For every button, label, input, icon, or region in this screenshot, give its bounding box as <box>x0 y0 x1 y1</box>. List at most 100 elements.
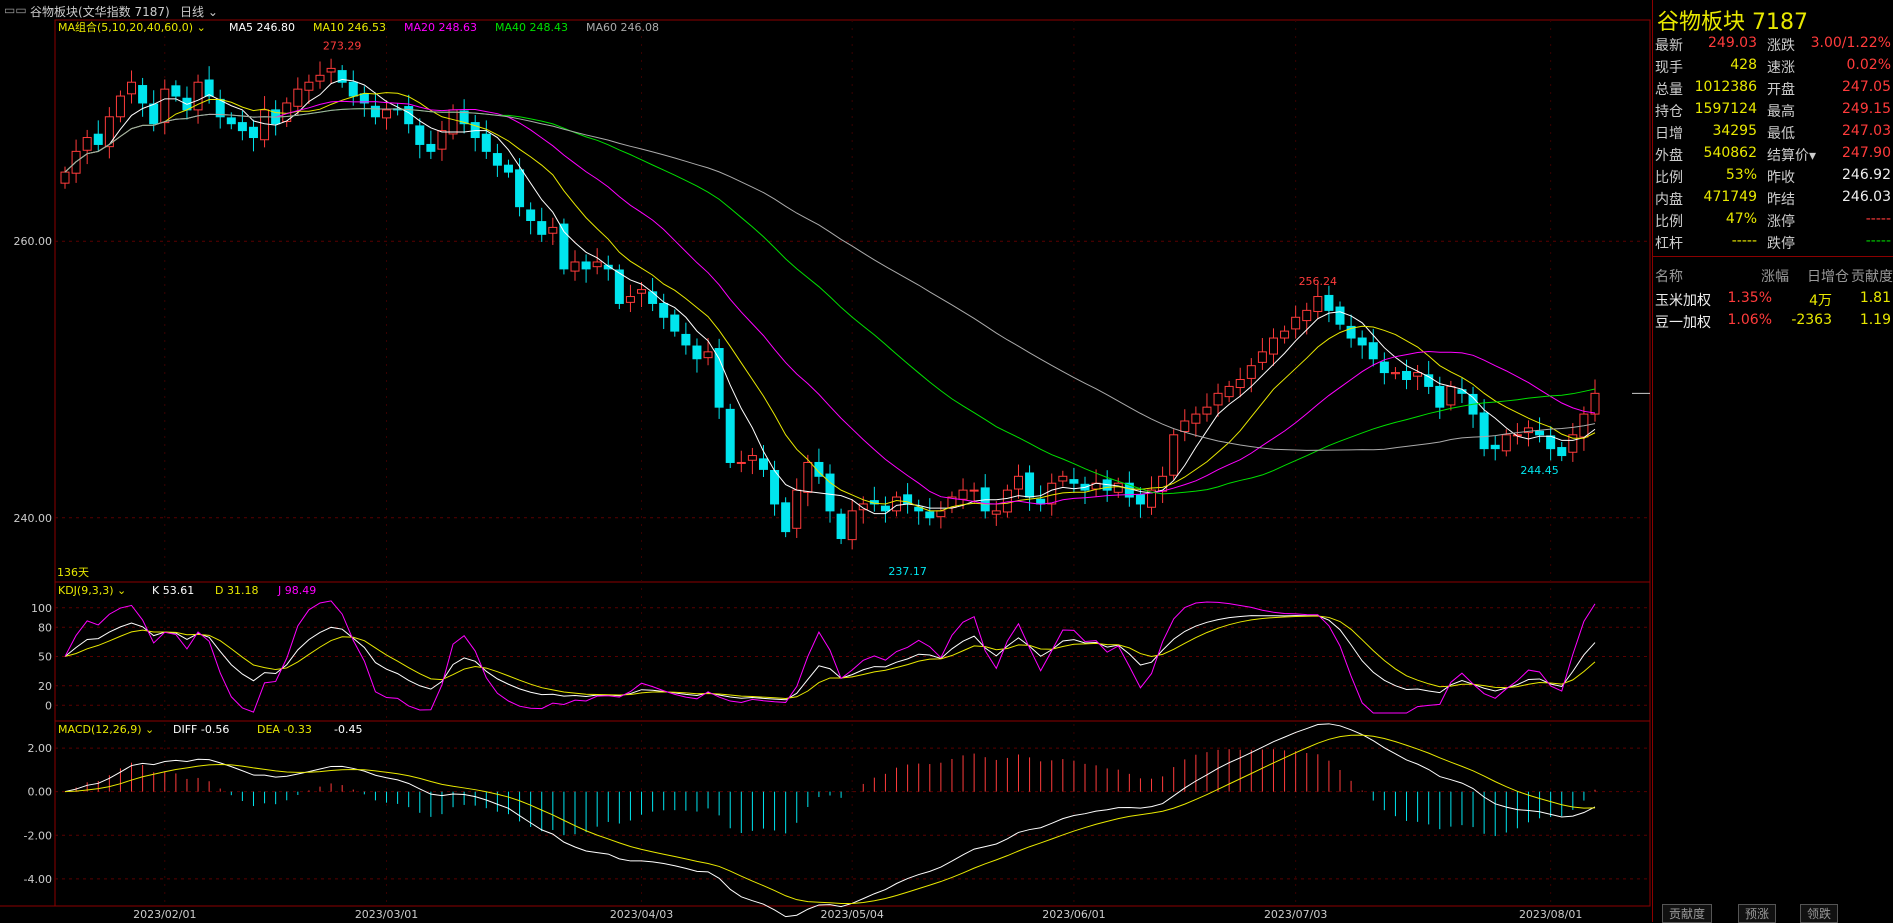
quote-label: 最高 <box>1767 104 1795 120</box>
quote-value: 247.05 <box>1842 79 1891 95</box>
candle-body <box>160 88 170 124</box>
tab-leading-down[interactable]: 领跌 <box>1800 904 1839 923</box>
candle-body <box>1036 498 1046 505</box>
candle-body <box>1535 430 1545 436</box>
quote-label: 日增 <box>1655 126 1683 142</box>
candle-body <box>437 130 447 150</box>
chart-area[interactable]: 260.00 240.00 100 80 50 20 0 2.00 0.00 -2.00 -4.00… <box>0 0 1652 922</box>
quote-value: 53% <box>1725 167 1757 183</box>
candle-body <box>526 209 536 221</box>
macd-tick-label: 0.00 <box>28 786 53 799</box>
candle-body <box>1169 434 1179 476</box>
quote-panel: 谷物板块 7187 最新 249.03 涨跌 3.00/1.22% 现手 428 速涨 0.0… <box>1652 0 1893 922</box>
candle-body <box>1013 475 1023 490</box>
candle-body <box>115 95 125 118</box>
candle-body <box>1202 406 1212 415</box>
tab-leading-up[interactable]: 预涨 <box>1738 904 1777 923</box>
quote-value: 1597124 <box>1694 101 1757 117</box>
candle-body <box>858 503 868 511</box>
contrib-row[interactable]: 豆一加权 1.06% -2363 1.19 <box>1653 310 1893 332</box>
quote-label: 涨停 <box>1767 214 1795 230</box>
candle-body <box>326 67 336 73</box>
price-annotation: 273.29 <box>323 39 362 52</box>
contrib-row[interactable]: 玉米加权 1.35% 4万 1.81 <box>1653 288 1893 310</box>
candle-body <box>548 226 558 234</box>
candle-body <box>770 469 780 505</box>
quote-value: 471749 <box>1703 189 1757 205</box>
candle-body <box>348 81 358 97</box>
candle-body <box>1191 413 1201 424</box>
candle-body <box>503 164 513 173</box>
candle-body <box>481 133 491 152</box>
time-tick-label: 2023/04/03 <box>610 908 673 921</box>
time-tick-label: 2023/03/01 <box>355 908 418 921</box>
ma-line-ma10 <box>64 92 1596 512</box>
kdj-legend-group: KDJ(9,3,3) ⌄ <box>58 584 126 597</box>
candle-body <box>1280 330 1290 339</box>
candle-body <box>315 74 325 82</box>
kdj-tick-label: 80 <box>38 621 52 634</box>
quote-value: 246.03 <box>1842 189 1891 205</box>
ma-legend-item: MA60 246.08 <box>586 21 659 34</box>
header-contrib: 贡献度 <box>1851 269 1893 285</box>
quote-value: 249.15 <box>1842 101 1891 117</box>
quote-label: 内盘 <box>1655 192 1683 208</box>
candle-body <box>1379 361 1389 374</box>
price-tick-label: 260.00 <box>14 235 53 248</box>
candle-body <box>969 489 979 492</box>
candle-body <box>237 122 247 132</box>
candle-body <box>792 489 802 529</box>
candle-body <box>415 125 425 145</box>
candle-body <box>1135 494 1145 505</box>
quote-row: 外盘 540862 结算价▾ 247.90 <box>1653 143 1893 165</box>
quote-label: 速涨 <box>1767 60 1795 76</box>
quote-label: 比例 <box>1655 170 1683 186</box>
tab-contribution[interactable]: 贡献度 <box>1662 904 1713 923</box>
quote-value: 247.03 <box>1842 123 1891 139</box>
kdj-tick-label: 20 <box>38 680 52 693</box>
candle-body <box>448 109 458 135</box>
quote-label: 开盘 <box>1767 82 1795 98</box>
candle-body <box>127 81 137 95</box>
candle-body <box>692 345 702 360</box>
quote-grid: 最新 249.03 涨跌 3.00/1.22% 现手 428 速涨 0.02% 总量 101238… <box>1653 33 1893 253</box>
quote-label: 外盘 <box>1655 148 1683 164</box>
macd-tick-label: 2.00 <box>28 742 53 755</box>
candle-body <box>1268 337 1278 355</box>
quote-label: 跌停 <box>1767 236 1795 252</box>
contrib-oi: 4万 <box>1809 293 1832 309</box>
macd-tick-label: -4.00 <box>24 873 52 886</box>
macd-legend-group: MACD(12,26,9) ⌄ <box>58 723 154 736</box>
price-tick-label: 240.00 <box>14 512 53 525</box>
contrib-name: 豆一加权 <box>1655 315 1711 331</box>
header-name: 名称 <box>1655 269 1683 285</box>
time-tick-label: 2023/06/01 <box>1042 908 1105 921</box>
quote-row: 内盘 471749 昨结 246.03 <box>1653 187 1893 209</box>
kdj-legend-item: D 31.18 <box>215 584 258 597</box>
candle-body <box>592 261 602 268</box>
quote-label: 持仓 <box>1655 104 1683 120</box>
quote-value: 34295 <box>1712 123 1757 139</box>
macd-dea-line <box>64 734 1596 904</box>
candle-body <box>880 505 890 512</box>
candle-body <box>714 348 724 408</box>
candle-body <box>1246 365 1256 379</box>
candle-body <box>1590 392 1600 415</box>
ma-line-ma60 <box>64 108 1596 451</box>
candle-body <box>1557 447 1567 457</box>
candle-body <box>625 296 635 303</box>
candle-body <box>1368 342 1378 360</box>
price-annotation: 256.24 <box>1299 275 1338 288</box>
candle-body <box>1113 482 1123 493</box>
candle-body <box>836 513 846 540</box>
candle-body <box>1313 296 1323 312</box>
candle-body <box>781 502 791 533</box>
contrib-oi: -2363 <box>1791 312 1832 328</box>
price-annotation: 244.45 <box>1520 464 1559 477</box>
candle-body <box>725 408 735 463</box>
candle-body <box>847 510 857 541</box>
candle-body <box>93 133 103 145</box>
candle-body <box>1224 385 1234 398</box>
candle-body <box>248 126 258 139</box>
candle-body <box>60 171 70 184</box>
